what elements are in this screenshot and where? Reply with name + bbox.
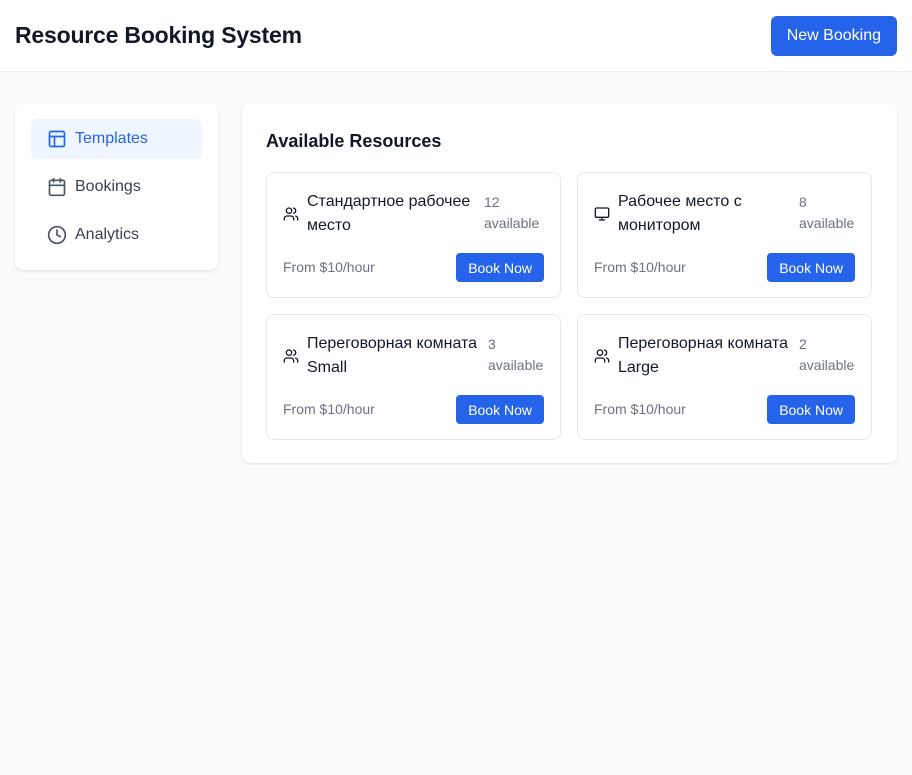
layout-icon [47, 129, 67, 149]
sidebar-item-label: Bookings [75, 178, 141, 195]
resource-card: Стандартное рабочее место 12 available F… [266, 172, 561, 298]
availability-count: 12 available [484, 192, 544, 234]
sidebar-item-bookings[interactable]: Bookings [31, 167, 202, 207]
sidebar-item-label: Templates [75, 130, 148, 147]
availability-label: available [484, 215, 540, 231]
resource-price: From $10/hour [594, 401, 686, 417]
users-icon [283, 206, 299, 222]
app-header: Resource Booking System New Booking [0, 0, 912, 72]
availability-count: 2 available [799, 334, 859, 376]
availability-label: available [488, 357, 544, 373]
resource-price: From $10/hour [594, 259, 686, 275]
sidebar-item-analytics[interactable]: Analytics [31, 215, 202, 255]
users-icon [283, 348, 299, 364]
availability-number: 2 [799, 336, 807, 352]
book-now-button[interactable]: Book Now [456, 253, 544, 282]
clock-icon [47, 225, 67, 245]
availability-label: available [799, 357, 855, 373]
resource-card: Переговорная комната Large 2 available F… [577, 314, 872, 440]
sidebar-item-label: Analytics [75, 226, 140, 243]
availability-count: 3 available [488, 334, 548, 376]
users-icon [594, 348, 610, 364]
book-now-button[interactable]: Book Now [767, 395, 855, 424]
new-booking-button[interactable]: New Booking [770, 15, 897, 56]
resources-panel: Available Resources Стандартное рабочее … [242, 103, 897, 463]
calendar-icon [47, 177, 67, 197]
resource-card: Переговорная комната Small 3 available F… [266, 314, 561, 440]
availability-number: 3 [488, 336, 496, 352]
monitor-icon [594, 206, 610, 222]
resource-card: Рабочее место с монитором 8 available Fr… [577, 172, 872, 298]
availability-count: 8 available [799, 192, 859, 234]
resource-price: From $10/hour [283, 401, 375, 417]
availability-label: available [799, 215, 855, 231]
book-now-button[interactable]: Book Now [456, 395, 544, 424]
availability-number: 8 [799, 194, 807, 210]
app-title: Resource Booking System [15, 22, 302, 48]
sidebar: Templates Bookings Analytics [15, 103, 218, 270]
resource-price: From $10/hour [283, 259, 375, 275]
book-now-button[interactable]: Book Now [767, 253, 855, 282]
section-title: Available Resources [266, 131, 442, 151]
resource-name: Переговорная комната Large [618, 335, 789, 376]
sidebar-item-templates[interactable]: Templates [31, 119, 202, 159]
availability-number: 12 [484, 194, 500, 210]
resource-name: Переговорная комната Small [307, 335, 478, 376]
resource-name: Стандартное рабочее место [307, 193, 471, 234]
resource-name: Рабочее место с монитором [618, 193, 742, 234]
